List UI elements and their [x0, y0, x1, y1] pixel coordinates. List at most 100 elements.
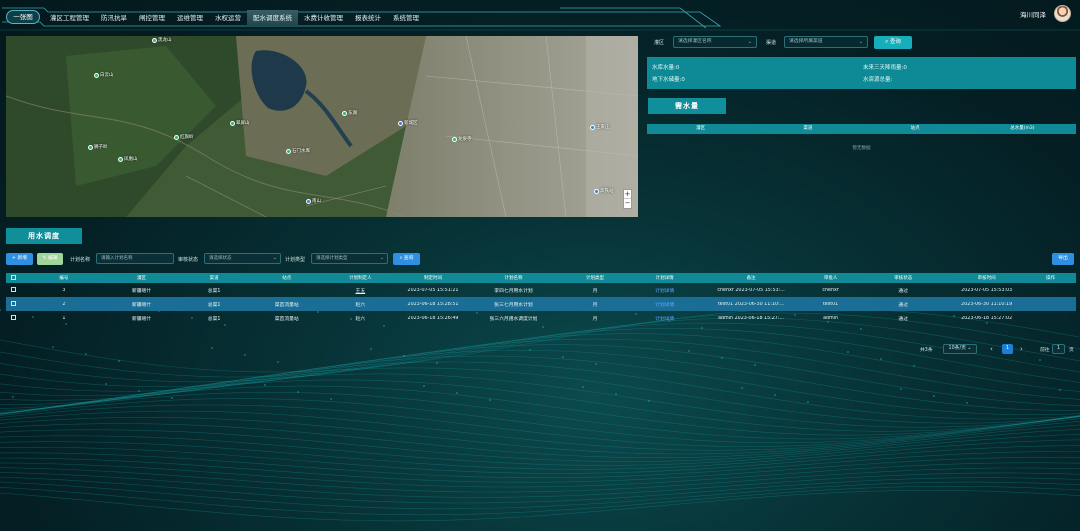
zoom-out-button[interactable]: − — [624, 199, 631, 208]
select-all-checkbox[interactable] — [11, 274, 17, 280]
column-header[interactable]: 审核时间 — [948, 275, 1025, 281]
chevron-down-icon: ⌄ — [379, 255, 384, 261]
column-header[interactable]: 灌区 — [106, 275, 177, 281]
user-name[interactable]: 海川同泽 — [1020, 9, 1046, 19]
wave-dot — [436, 362, 438, 364]
prev-page-button[interactable]: ‹ — [990, 345, 993, 353]
plan-type-select[interactable]: 请选择计划类型 ⌄ — [311, 253, 388, 264]
column-header[interactable]: 计划详情 — [630, 275, 699, 281]
add-button[interactable]: + 新增 — [6, 253, 33, 265]
column-header[interactable]: 操作 — [1025, 275, 1076, 281]
table-cell: 通过 — [898, 288, 909, 294]
table-cell: 总渠1 — [207, 302, 221, 308]
nav-item[interactable]: 系统管理 — [387, 10, 425, 26]
nav-item[interactable]: 报表统计 — [349, 10, 387, 26]
column-header[interactable]: 计划制定人 — [322, 275, 399, 281]
table-cell: 2023-06-30 11:10:19 — [961, 301, 1013, 307]
row-checkbox[interactable] — [11, 314, 17, 320]
edit-button[interactable]: ✎ 编辑 — [37, 253, 63, 265]
map-marker[interactable]: 凤凰山 — [118, 156, 138, 162]
table-cell: 2023-06-18 15:26:49 — [407, 315, 459, 321]
table-cell: 2023-06-18 15:27:02 — [961, 315, 1013, 321]
plan-detail-link[interactable]: 计划详情 — [630, 301, 699, 308]
map-marker[interactable]: 高铁站 — [594, 188, 614, 194]
wave-dot — [264, 384, 266, 386]
nav-item[interactable]: 水权运营 — [209, 10, 247, 26]
map-marker[interactable]: 白云山 — [94, 72, 114, 78]
row-checkbox[interactable] — [11, 286, 17, 292]
map-pin-icon — [306, 198, 311, 204]
nav-item[interactable]: 水费计收管理 — [298, 10, 349, 26]
dispatch-query-button[interactable]: ⌕ 查询 — [393, 253, 420, 265]
wave-line — [0, 355, 1080, 415]
chevron-down-icon: ⌄ — [967, 346, 972, 351]
column-header[interactable]: 渠道 — [177, 275, 252, 281]
map-zoom-control: + − — [623, 189, 632, 209]
table-cell: 总渠1 — [207, 288, 221, 294]
wave-dot — [701, 327, 703, 329]
nav-item[interactable]: 灌区工程管理 — [44, 10, 95, 26]
column-header[interactable]: 编号 — [22, 275, 106, 281]
table-cell: 张三七月用水计划 — [494, 302, 533, 308]
map-marker[interactable]: 翠屏山 — [230, 120, 250, 126]
map-marker[interactable]: 新城区 — [398, 120, 418, 126]
filter-query-button[interactable]: ⌕ 查询 — [874, 36, 912, 49]
wave-line — [0, 434, 1080, 466]
table-row[interactable]: 3 新疆喀什 总渠1 王五 2023-07-05 15:51:21 李四七月用水计划 月 计划… — [6, 283, 1076, 297]
demand-column-header: 灌区 — [696, 126, 706, 131]
page-size-select[interactable]: 10条/页 ⌄ — [943, 344, 977, 354]
row-checkbox[interactable] — [11, 300, 17, 306]
reservoir-stat: 水库水量:0 — [652, 65, 680, 71]
nav-item[interactable]: 运维管理 — [171, 10, 209, 26]
map-marker[interactable]: 狮子岭 — [88, 144, 108, 150]
wave-line — [0, 481, 1080, 510]
zoom-in-button[interactable]: + — [624, 190, 631, 199]
satellite-map[interactable]: 黑龙山 白云山 红旗岭 狮子岭 翠屏山 凤凰山 石门水库 东湖 新城区 龙泉寺 … — [6, 36, 638, 217]
plan-name-input[interactable]: 请输入计划名称 — [96, 253, 174, 264]
map-marker[interactable]: 红旗岭 — [174, 134, 194, 140]
nav-item[interactable]: 闸控管理 — [133, 10, 171, 26]
column-header[interactable]: 审批人 — [803, 275, 858, 281]
wave-line — [0, 317, 1080, 383]
page-number-current[interactable]: 1 — [1002, 344, 1013, 354]
avatar[interactable] — [1054, 5, 1071, 22]
district-label: 灌区 — [654, 40, 665, 46]
next-page-button[interactable]: › — [1020, 345, 1023, 353]
table-cell: 赵六 — [355, 316, 366, 322]
channel-select[interactable]: 请选择所属渠道 ⌄ — [784, 36, 868, 48]
audit-status-label: 审核状态 — [178, 257, 199, 263]
table-cell: admin 2023-06-18 15:27:... — [718, 315, 785, 321]
wave-dot — [847, 351, 849, 353]
goto-suffix: 页 — [1069, 348, 1074, 353]
goto-page-input[interactable]: 1 — [1052, 344, 1065, 354]
column-header[interactable]: 计划类型 — [560, 275, 631, 281]
column-header[interactable]: 审核状态 — [858, 275, 948, 281]
map-marker[interactable]: 王家庄 — [590, 124, 610, 130]
export-button[interactable]: 导出 — [1052, 253, 1074, 265]
column-header[interactable]: 计划名称 — [467, 275, 559, 281]
wave-line — [0, 391, 1080, 440]
nav-item[interactable]: 防汛抗旱 — [95, 10, 133, 26]
wave-dot — [85, 353, 87, 355]
nav-item[interactable]: 配水调度系统 — [247, 10, 298, 26]
map-pin-icon — [342, 110, 347, 116]
wave-dot — [423, 385, 425, 387]
plan-detail-link[interactable]: 计划详情 — [630, 315, 699, 322]
column-header[interactable]: 站点 — [251, 275, 322, 281]
column-header[interactable]: 制定时间 — [399, 275, 468, 281]
map-pin-icon — [94, 72, 99, 78]
table-row[interactable]: 1 新疆喀什 总渠1 渠首流量站 赵六 2023-06-18 15:26:49 张三六月用水… — [6, 311, 1076, 325]
audit-status-select[interactable]: 请选择状态 ⌄ — [204, 253, 281, 264]
map-marker[interactable]: 黑龙山 — [152, 37, 172, 43]
column-header[interactable]: 备注 — [699, 275, 803, 281]
map-marker[interactable]: 石门水库 — [286, 148, 310, 154]
map-marker[interactable]: 南山 — [306, 198, 321, 204]
wave-line — [0, 373, 1080, 428]
table-row[interactable]: 2 新疆喀什 总渠1 渠首流量站 赵六 2023-06-18 15:28:51 张三七月用水… — [6, 297, 1076, 311]
district-select[interactable]: 请选择灌区名称 ⌄ — [673, 36, 757, 48]
map-marker[interactable]: 龙泉寺 — [452, 136, 472, 142]
demand-section-title: 需水量 — [648, 98, 726, 114]
map-marker[interactable]: 东湖 — [342, 110, 357, 116]
home-tab[interactable]: 一张图 — [6, 10, 40, 24]
plan-detail-link[interactable]: 计划详情 — [630, 287, 699, 294]
